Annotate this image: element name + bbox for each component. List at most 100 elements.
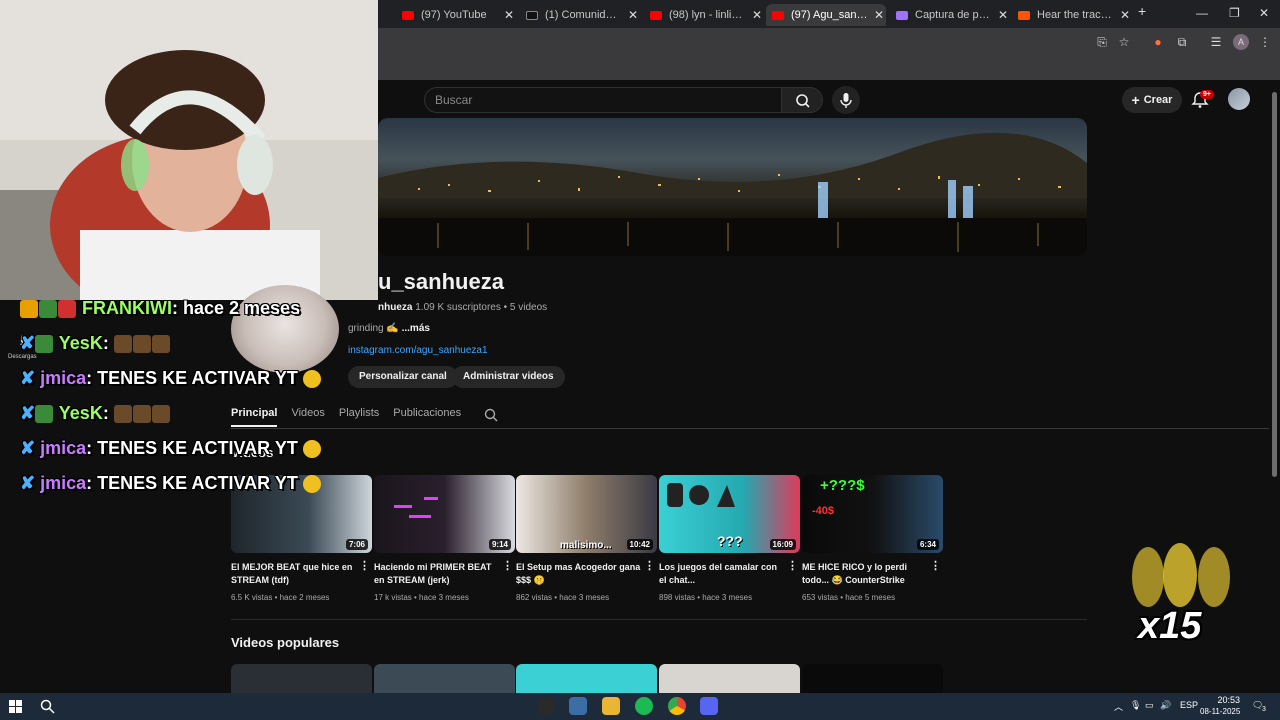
reading-list-icon[interactable]: ☰ (1208, 34, 1224, 50)
popular-video-thumbnail[interactable] (802, 664, 943, 693)
chat-username: jmica (40, 473, 87, 493)
emote-icon (113, 335, 132, 354)
restore-button[interactable]: ❐ (1229, 6, 1240, 20)
video-thumbnail[interactable]: 9:14 (374, 475, 515, 553)
profile-avatar-icon[interactable]: A (1233, 34, 1249, 50)
tab-captura[interactable]: Captura de pantalla ✕ (890, 4, 1010, 26)
video-card[interactable]: ??? 16:09 Los juegos del camalar con el … (659, 475, 800, 602)
install-app-icon[interactable]: ⎘ (1094, 34, 1110, 50)
spotify-app-icon[interactable] (635, 697, 653, 715)
tab-lyn[interactable]: (98) lyn - linlinlinlin ✕ (644, 4, 764, 26)
file-explorer-icon[interactable] (602, 697, 620, 715)
chat-message: ✘ jmica: TENES KE ACTIVAR YT (20, 438, 322, 459)
browser-menu-icon[interactable]: ⋮ (1257, 34, 1273, 50)
video-menu-icon[interactable]: ⋮ (787, 559, 798, 572)
microphone-tray-icon[interactable]: 🎙 (1130, 700, 1141, 711)
account-avatar[interactable] (1228, 88, 1250, 110)
section-divider (231, 619, 1087, 620)
popular-section-title[interactable]: Videos populares (231, 635, 339, 650)
chrome-app-icon[interactable] (668, 697, 686, 715)
video-thumbnail[interactable]: malisimo... 10:42 (516, 475, 657, 553)
tab-publicaciones[interactable]: Publicaciones (393, 407, 461, 427)
network-icon[interactable]: ▭ (1145, 700, 1154, 711)
close-window-button[interactable]: ✕ (1259, 6, 1269, 20)
tab-title: (97) YouTube (421, 9, 487, 21)
video-meta: 862 vistas • hace 3 meses (516, 593, 610, 602)
video-card[interactable]: malisimo... 10:42 El Setup mas Acogedor … (516, 475, 657, 602)
create-button[interactable]: + Crear (1122, 87, 1182, 113)
language-indicator[interactable]: ESP (1180, 700, 1198, 710)
search-button[interactable] (781, 87, 823, 113)
video-age: hace 5 meses (845, 593, 896, 602)
video-title[interactable]: ME HICE RICO y lo perdi todo... 😂 Counte… (802, 561, 930, 587)
taskbar-search-icon[interactable] (40, 699, 55, 714)
new-tab-button[interactable]: + (1138, 3, 1146, 19)
clock-time[interactable]: 20:53 (1208, 695, 1240, 705)
close-tab-icon[interactable]: ✕ (996, 8, 1010, 22)
voice-search-button[interactable] (832, 86, 860, 114)
close-tab-icon[interactable]: ✕ (502, 8, 516, 22)
popular-video-thumbnail[interactable] (374, 664, 515, 693)
bookmark-star-icon[interactable]: ☆ (1116, 34, 1132, 50)
emote-icon (302, 475, 321, 494)
close-tab-icon[interactable]: ✕ (750, 8, 764, 22)
stream-chat-overlay: FRANKIWI: hace 2 meses ✘ YesK: ✘ jmica: … (0, 290, 380, 500)
store-app-icon[interactable] (569, 697, 587, 715)
video-title[interactable]: Haciendo mi PRIMER BEAT en STREAM (jerk) (374, 561, 502, 587)
tab-comunidad[interactable]: (1) Comunidad JOSE ✕ (520, 4, 640, 26)
video-views: 653 vistas (802, 593, 839, 602)
channel-banner (378, 118, 1087, 256)
chat-text: : hace 2 meses (172, 298, 301, 318)
tab-agu-sanhueza[interactable]: (97) Agu_sanhueza ✕ (766, 4, 886, 26)
channel-search-icon[interactable] (483, 407, 499, 423)
obs-app-icon[interactable] (537, 697, 555, 715)
video-title[interactable]: Los juegos del camalar con el chat... (659, 561, 787, 587)
discord-app-icon[interactable] (700, 697, 718, 715)
video-title[interactable]: El MEJOR BEAT que hice en STREAM (tdf) (231, 561, 359, 587)
video-thumbnail[interactable]: ??? 16:09 (659, 475, 800, 553)
windows-start-icon[interactable] (9, 700, 22, 713)
popular-video-thumbnail[interactable] (659, 664, 800, 693)
close-tab-icon[interactable]: ✕ (872, 8, 886, 22)
popular-video-thumbnail[interactable] (516, 664, 657, 693)
tab-title: (98) lyn - linlinlinlin (669, 9, 746, 21)
extension-fire-icon[interactable]: ● (1150, 34, 1166, 50)
youtube-favicon-icon (772, 10, 784, 20)
close-tab-icon[interactable]: ✕ (626, 8, 640, 22)
video-views: 17 k vistas (374, 593, 412, 602)
search-input[interactable]: Buscar (424, 87, 782, 113)
tab-youtube[interactable]: (97) YouTube ✕ (396, 4, 516, 26)
video-duration: 9:14 (488, 539, 511, 550)
more-link[interactable]: ...más (402, 323, 430, 334)
volume-icon[interactable]: 🔊 (1160, 700, 1171, 711)
tabs-divider (231, 428, 1269, 429)
video-duration: 10:42 (626, 539, 653, 550)
notification-count: 3 (1262, 706, 1266, 713)
manage-videos-button[interactable]: Administrar videos (452, 366, 565, 388)
extensions-puzzle-icon[interactable]: ⧉ (1174, 34, 1190, 50)
video-menu-icon[interactable]: ⋮ (359, 559, 370, 572)
badge-icon (39, 300, 57, 319)
tab-soundcloud[interactable]: Hear the tracks you' ✕ (1012, 4, 1132, 26)
video-card[interactable]: +???$ -40$ 6:34 ME HICE RICO y lo perdi … (802, 475, 943, 602)
scrollbar-thumb[interactable] (1272, 92, 1277, 477)
webcam-overlay (0, 0, 378, 300)
beat-notes-graphic (394, 497, 438, 518)
clock-date[interactable]: 08-11-2025 (1200, 707, 1240, 716)
emote-icon (113, 405, 132, 424)
minimize-button[interactable]: — (1196, 6, 1208, 20)
video-thumbnail[interactable]: +???$ -40$ 6:34 (802, 475, 943, 553)
close-tab-icon[interactable]: ✕ (1118, 8, 1132, 22)
tray-overflow-icon[interactable]: ︿ (1114, 700, 1123, 713)
multiplier-text: x15 (1138, 605, 1202, 647)
video-meta: 6.5 K vistas • hace 2 meses (231, 593, 330, 602)
video-title[interactable]: El Setup mas Acogedor gana $$$ 🤫 (516, 561, 644, 587)
chat-message: ✘ jmica: TENES KE ACTIVAR YT (20, 473, 322, 494)
video-card[interactable]: 9:14 Haciendo mi PRIMER BEAT en STREAM (… (374, 475, 515, 602)
video-menu-icon[interactable]: ⋮ (644, 559, 655, 572)
video-age: hace 3 meses (702, 593, 753, 602)
video-menu-icon[interactable]: ⋮ (930, 559, 941, 572)
popular-video-thumbnail[interactable] (231, 664, 372, 693)
channel-handle: nhueza (378, 302, 413, 313)
video-menu-icon[interactable]: ⋮ (502, 559, 513, 572)
